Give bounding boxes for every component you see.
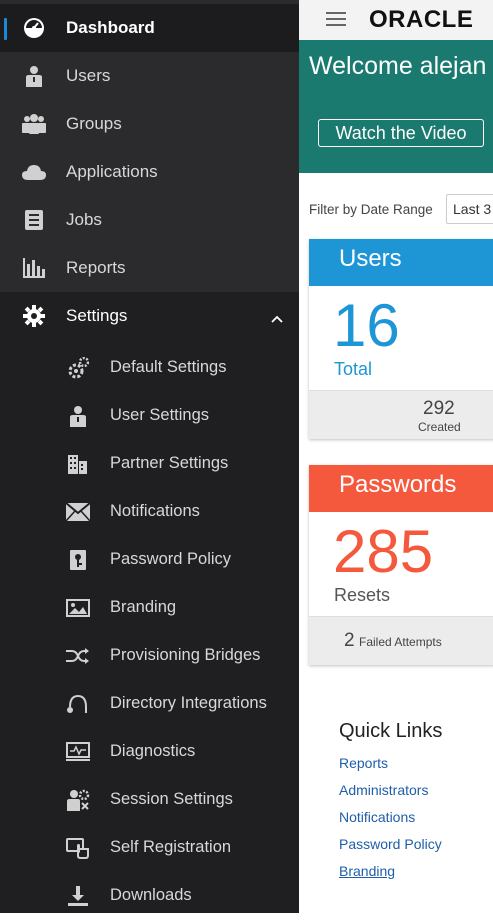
chevron-up-icon[interactable] bbox=[271, 310, 283, 328]
sidebar-item-groups[interactable]: Groups bbox=[0, 100, 299, 148]
settings-item-self-registration[interactable]: Self Registration bbox=[0, 824, 299, 872]
filter-label: Filter by Date Range bbox=[309, 202, 433, 217]
settings-item-default-settings[interactable]: Default Settings bbox=[0, 344, 299, 392]
sidebar-item-reports[interactable]: Reports bbox=[0, 244, 299, 292]
failed-attempts-count[interactable]: 2 bbox=[344, 630, 355, 652]
settings-item-label: Partner Settings bbox=[110, 454, 229, 472]
password-resets-label: Resets bbox=[334, 585, 391, 605]
settings-item-provisioning-bridges[interactable]: Provisioning Bridges bbox=[0, 632, 299, 680]
users-created-label: Created bbox=[418, 420, 461, 434]
settings-item-session-settings[interactable]: Session Settings bbox=[0, 776, 299, 824]
quick-link-notifications[interactable]: Notifications bbox=[339, 809, 415, 825]
user-settings-icon bbox=[66, 404, 90, 428]
quick-link-administrators[interactable]: Administrators bbox=[339, 782, 428, 798]
user-gear-icon bbox=[66, 788, 90, 812]
settings-item-label: Self Registration bbox=[110, 838, 232, 856]
settings-item-label: Diagnostics bbox=[110, 742, 196, 760]
brand-logo: ORACLE bbox=[369, 6, 474, 33]
failed-attempts-label: Failed Attempts bbox=[359, 635, 442, 649]
cloud-icon bbox=[21, 159, 47, 185]
gear-icon bbox=[21, 303, 47, 329]
dashboard-gauge-icon bbox=[21, 15, 47, 41]
sidebar-item-label: Reports bbox=[66, 258, 126, 277]
settings-item-partner-settings[interactable]: Partner Settings bbox=[0, 440, 299, 488]
directory-icon bbox=[66, 692, 90, 716]
sidebar-item-label: Applications bbox=[66, 162, 158, 181]
settings-item-directory-integrations[interactable]: Directory Integrations bbox=[0, 680, 299, 728]
shuffle-icon bbox=[66, 644, 90, 668]
settings-item-label: Password Policy bbox=[110, 550, 232, 568]
users-count[interactable]: 16 bbox=[333, 291, 400, 360]
passwords-card: Passwords 285 Resets 2 Failed Attempts bbox=[309, 465, 493, 665]
image-icon bbox=[66, 596, 90, 620]
quick-link-branding[interactable]: Branding bbox=[339, 863, 395, 879]
active-indicator bbox=[4, 18, 7, 40]
sidebar-item-label: Dashboard bbox=[66, 18, 155, 37]
settings-item-branding[interactable]: Branding bbox=[0, 584, 299, 632]
settings-item-label: User Settings bbox=[110, 406, 210, 424]
gears-icon bbox=[66, 356, 90, 380]
settings-item-notifications[interactable]: Notifications bbox=[0, 488, 299, 536]
passwords-card-footer: 2 Failed Attempts bbox=[309, 616, 493, 665]
card-title: Passwords bbox=[309, 465, 493, 512]
bar-chart-icon bbox=[21, 255, 47, 281]
sidebar-item-applications[interactable]: Applications bbox=[0, 148, 299, 196]
users-created-count[interactable]: 292 bbox=[423, 398, 455, 420]
sidebar-item-jobs[interactable]: Jobs bbox=[0, 196, 299, 244]
sidebar-item-label: Settings bbox=[66, 306, 128, 325]
top-bar: ORACLE bbox=[299, 0, 493, 40]
card-title: Users bbox=[309, 239, 493, 286]
watch-video-button[interactable]: Watch the Video bbox=[318, 119, 484, 147]
settings-item-label: Downloads bbox=[110, 886, 192, 904]
download-icon bbox=[66, 884, 90, 908]
settings-item-label: Session Settings bbox=[110, 790, 233, 808]
welcome-banner: Welcome alejan Watch the Video bbox=[299, 40, 493, 173]
sidebar-item-label: Groups bbox=[66, 114, 122, 133]
group-icon bbox=[21, 111, 47, 137]
settings-item-label: Provisioning Bridges bbox=[110, 646, 261, 664]
sidebar-item-settings[interactable]: Settings bbox=[0, 292, 299, 340]
settings-item-diagnostics[interactable]: Diagnostics bbox=[0, 728, 299, 776]
settings-section: Settings Default Settings User Settings … bbox=[0, 292, 299, 913]
settings-item-user-settings[interactable]: User Settings bbox=[0, 392, 299, 440]
building-icon bbox=[66, 452, 90, 476]
sidebar-item-label: Users bbox=[66, 66, 111, 85]
settings-item-label: Notifications bbox=[110, 502, 200, 520]
settings-item-label: Default Settings bbox=[110, 358, 227, 376]
sidebar-nav: Dashboard Users Groups Applications Jobs… bbox=[0, 0, 299, 913]
sidebar-item-users[interactable]: Users bbox=[0, 52, 299, 100]
settings-item-label: Directory Integrations bbox=[110, 694, 267, 712]
users-count-label: Total bbox=[334, 359, 373, 379]
users-card: Users 16 Total 292 Created bbox=[309, 239, 493, 439]
sidebar-item-dashboard[interactable]: Dashboard bbox=[0, 4, 299, 52]
jobs-list-icon bbox=[21, 207, 47, 233]
hamburger-icon[interactable] bbox=[326, 12, 346, 26]
monitor-pulse-icon bbox=[66, 740, 90, 764]
quick-link-reports[interactable]: Reports bbox=[339, 755, 388, 771]
envelope-icon bbox=[66, 500, 90, 524]
settings-item-password-policy[interactable]: Password Policy bbox=[0, 536, 299, 584]
users-card-footer: 292 Created bbox=[309, 390, 493, 439]
date-range-select[interactable]: Last 3 bbox=[446, 194, 493, 224]
quick-link-password-policy[interactable]: Password Policy bbox=[339, 836, 442, 852]
settings-item-label: Branding bbox=[110, 598, 177, 616]
welcome-title: Welcome alejan bbox=[309, 52, 487, 80]
user-icon bbox=[21, 63, 47, 89]
password-policy-icon bbox=[66, 548, 90, 572]
self-registration-icon bbox=[66, 836, 90, 860]
quick-links-title: Quick Links bbox=[339, 720, 443, 742]
password-resets-count[interactable]: 285 bbox=[333, 517, 433, 586]
sidebar-item-label: Jobs bbox=[66, 210, 102, 229]
